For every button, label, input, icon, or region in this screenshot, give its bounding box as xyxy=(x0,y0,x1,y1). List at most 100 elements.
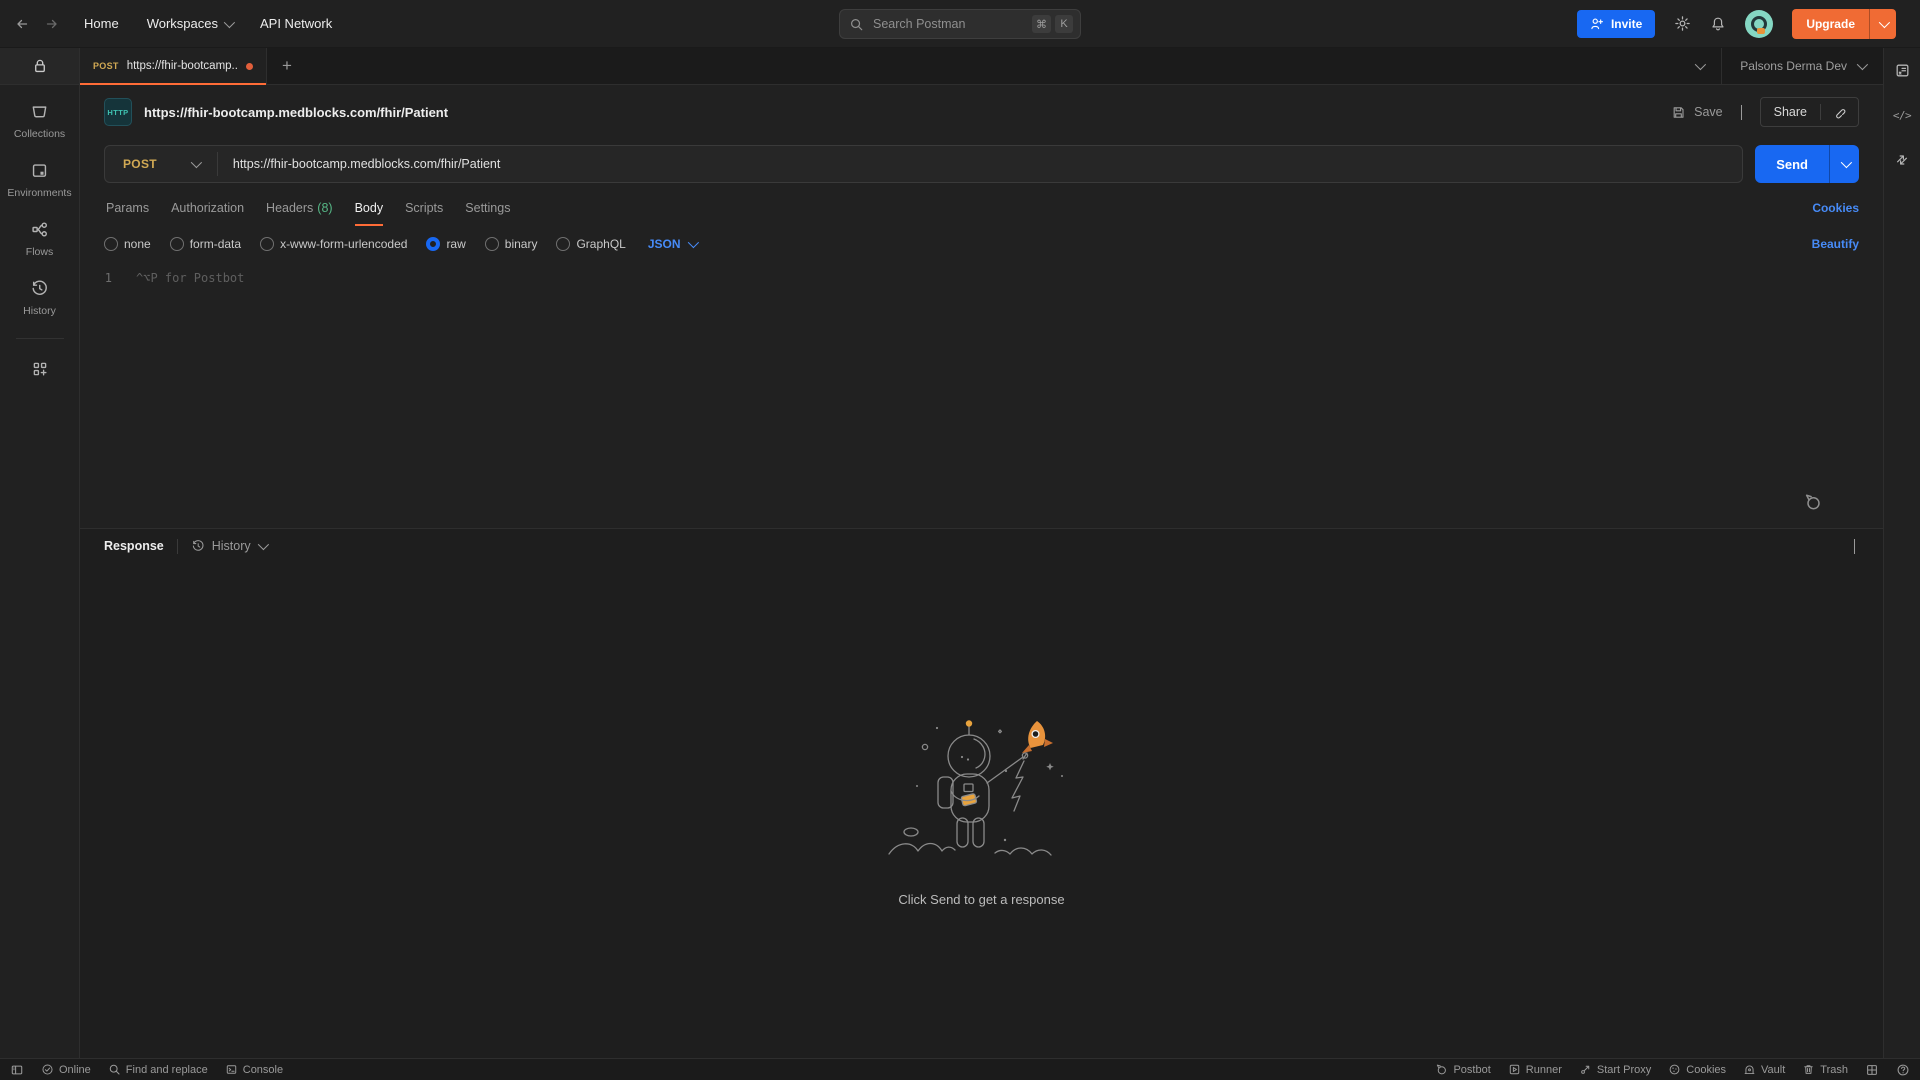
nav-api-network[interactable]: API Network xyxy=(260,16,332,31)
code-snippet-icon[interactable]: </> xyxy=(1893,109,1912,122)
runner-button[interactable]: Runner xyxy=(1508,1063,1562,1076)
nav-home[interactable]: Home xyxy=(84,16,119,31)
runner-play-icon xyxy=(1508,1063,1521,1076)
environment-selector[interactable]: Palsons Derma Dev xyxy=(1722,58,1883,73)
history-nav xyxy=(14,16,60,32)
user-avatar[interactable] xyxy=(1745,9,1774,38)
trash-button[interactable]: Trash xyxy=(1802,1063,1848,1076)
workspace-lock-button[interactable] xyxy=(0,48,79,85)
upgrade-button[interactable]: Upgrade xyxy=(1792,8,1896,39)
body-type-binary[interactable]: binary xyxy=(484,237,537,251)
send-options-button[interactable] xyxy=(1829,145,1859,183)
tab-headers[interactable]: Headers (8) xyxy=(255,189,344,226)
split-panel-button[interactable] xyxy=(1865,1063,1879,1077)
chevron-down-icon xyxy=(687,236,699,249)
sidebar-item-history[interactable]: History xyxy=(23,279,56,317)
environments-icon xyxy=(30,161,49,180)
method-selector[interactable]: POST xyxy=(105,156,217,171)
history-icon xyxy=(30,279,49,298)
copy-link-button[interactable] xyxy=(1821,105,1858,120)
variables-panel-icon[interactable] xyxy=(1894,62,1911,79)
flows-icon xyxy=(30,220,49,239)
body-type-none[interactable]: none xyxy=(104,237,151,251)
body-type-form-data[interactable]: form-data xyxy=(169,237,241,251)
toggle-sidebar-button[interactable] xyxy=(10,1063,24,1077)
request-tab-active[interactable]: POST https://fhir-bootcamp.. xyxy=(80,48,267,85)
invite-label: Invite xyxy=(1610,16,1643,31)
radio-label: x-www-form-urlencoded xyxy=(280,237,408,251)
help-icon[interactable] xyxy=(1896,1063,1910,1077)
notifications-bell-icon[interactable] xyxy=(1710,16,1726,32)
body-type-graphql[interactable]: GraphQL xyxy=(556,237,626,251)
main-area: POST https://fhir-bootcamp.. + Palsons D… xyxy=(80,48,1883,1058)
cookies-link[interactable]: Cookies xyxy=(1812,201,1859,215)
tab-scripts[interactable]: Scripts xyxy=(394,189,454,226)
sidebar-item-label: Environments xyxy=(7,187,72,199)
tab-authorization[interactable]: Authorization xyxy=(160,189,255,226)
format-label: JSON xyxy=(647,237,681,251)
navbar-right: Invite Upgrade xyxy=(1576,8,1896,39)
url-input[interactable] xyxy=(217,157,1743,171)
radio-label: none xyxy=(124,237,151,251)
collapse-response-button[interactable] xyxy=(1850,535,1859,557)
sidebar-item-collections[interactable]: Collections xyxy=(14,102,65,140)
vault-button[interactable]: Vault xyxy=(1743,1063,1785,1076)
sidebar-item-flows[interactable]: Flows xyxy=(26,220,53,258)
response-history-selector[interactable]: History xyxy=(191,538,269,553)
trash-icon xyxy=(1802,1063,1815,1076)
save-button[interactable]: Save xyxy=(1671,105,1723,120)
check-circle-icon xyxy=(41,1063,54,1076)
tab-body[interactable]: Body xyxy=(344,189,395,226)
sidebar-item-label: Flows xyxy=(25,246,54,258)
statusbar-right: Postbot Runner Start Proxy Cookies Vault… xyxy=(1435,1063,1910,1077)
url-row: POST Send xyxy=(80,139,1883,189)
online-status[interactable]: Online xyxy=(41,1063,91,1076)
format-selector[interactable]: JSON xyxy=(647,236,699,251)
line-number: 1 xyxy=(104,271,112,285)
chevron-down-icon xyxy=(190,156,202,169)
tab-label: Headers xyxy=(266,200,314,215)
radio-icon xyxy=(260,237,275,251)
postbot-icon[interactable] xyxy=(1803,492,1823,512)
chevron-down-icon xyxy=(257,538,269,551)
tab-label: Body xyxy=(354,200,384,215)
invite-button[interactable]: Invite xyxy=(1576,9,1656,38)
send-button[interactable]: Send xyxy=(1755,145,1829,183)
tab-options-button[interactable] xyxy=(1677,58,1721,71)
beautify-link[interactable]: Beautify xyxy=(1812,237,1859,251)
search-input[interactable] xyxy=(871,16,1028,32)
global-search[interactable]: ⌘ K xyxy=(839,9,1081,39)
cookies-button[interactable]: Cookies xyxy=(1668,1063,1726,1076)
settings-gear-icon[interactable] xyxy=(1674,15,1691,32)
radio-icon xyxy=(484,237,499,251)
collections-icon xyxy=(30,102,49,121)
vault-label: Vault xyxy=(1761,1063,1786,1076)
proxy-label: Start Proxy xyxy=(1596,1063,1652,1076)
sidebar-item-environments[interactable]: Environments xyxy=(7,161,72,199)
postbot-button[interactable]: Postbot xyxy=(1435,1063,1491,1076)
body-type-raw[interactable]: raw xyxy=(426,237,466,251)
tab-title: https://fhir-bootcamp.. xyxy=(126,60,238,72)
back-arrow-icon[interactable] xyxy=(14,16,30,32)
share-button[interactable]: Share xyxy=(1761,105,1820,119)
find-and-replace-button[interactable]: Find and replace xyxy=(108,1063,208,1076)
radio-selected-icon xyxy=(426,237,441,251)
proxy-icon xyxy=(1579,1063,1592,1076)
tab-settings[interactable]: Settings xyxy=(454,189,521,226)
start-proxy-button[interactable]: Start Proxy xyxy=(1579,1063,1651,1076)
tab-params[interactable]: Params xyxy=(95,189,160,226)
sidebar-configure-button[interactable] xyxy=(31,360,49,378)
save-floppy-icon xyxy=(1671,105,1686,120)
console-button[interactable]: Console xyxy=(225,1063,283,1076)
body-editor[interactable]: 1 ^⌥P for Postbot xyxy=(80,262,1883,528)
postbot-label: Postbot xyxy=(1453,1063,1491,1076)
forward-arrow-icon[interactable] xyxy=(44,16,60,32)
body-type-urlencoded[interactable]: x-www-form-urlencoded xyxy=(260,237,407,251)
nav-workspaces[interactable]: Workspaces xyxy=(147,16,236,31)
exchange-arrows-icon[interactable] xyxy=(1894,152,1910,168)
save-options-button[interactable] xyxy=(1735,105,1748,120)
upgrade-dropdown[interactable] xyxy=(1869,8,1896,39)
new-tab-button[interactable]: + xyxy=(267,48,307,84)
chevron-down-icon xyxy=(1840,156,1852,169)
title-actions: Save Share xyxy=(1671,97,1859,127)
